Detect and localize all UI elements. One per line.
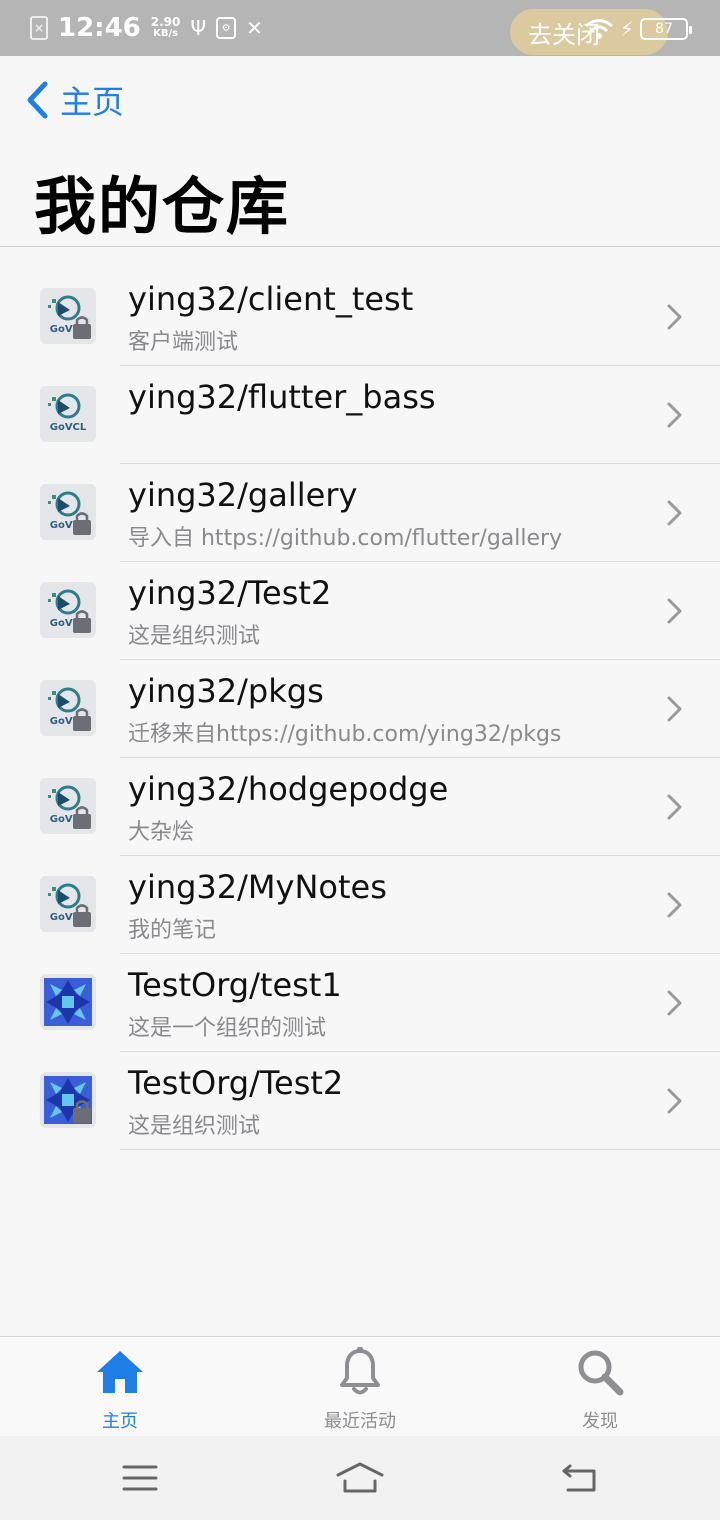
repo-avatar: GoVCL	[40, 876, 96, 932]
tab-home[interactable]: 主页	[40, 1343, 200, 1433]
repo-list-item[interactable]: GoVCL ying32/flutter_bass	[0, 366, 720, 464]
tools-icon: ✕	[246, 16, 263, 40]
menu-icon	[122, 1465, 158, 1491]
chevron-right-icon	[664, 988, 684, 1022]
repo-list-item[interactable]: TestOrg/test1 这是一个组织的测试	[0, 954, 720, 1052]
chevron-right-icon	[664, 890, 684, 924]
back-label: 主页	[60, 83, 125, 121]
repo-list-item[interactable]: GoVCL ying32/MyNotes 我的笔记	[0, 856, 720, 954]
back-nav-button[interactable]	[550, 1458, 610, 1498]
repo-description: 客户端测试	[128, 330, 239, 355]
repo-description: 我的笔记	[128, 918, 217, 943]
repo-name: ying32/flutter_bass	[128, 378, 436, 416]
repo-list-item[interactable]: GoVCL ying32/hodgepodge 大杂烩	[0, 758, 720, 856]
search-icon	[575, 1343, 625, 1401]
row-divider	[120, 1149, 720, 1150]
repo-description: 迁移来自https://github.com/ying32/pkgs	[128, 722, 562, 747]
repo-avatar: GoVCL	[40, 582, 96, 638]
repo-description: 大杂烩	[128, 820, 195, 845]
repo-name: ying32/Test2	[128, 574, 332, 612]
wifi-icon	[585, 19, 613, 39]
network-speed-unit: KB/s	[153, 28, 179, 39]
debug-icon: ⚙	[216, 17, 237, 39]
repo-name: TestOrg/test1	[128, 966, 342, 1004]
chevron-right-icon	[664, 792, 684, 826]
home-nav-button[interactable]	[330, 1458, 390, 1498]
repo-avatar: GoVCL	[40, 288, 96, 344]
chevron-left-icon	[27, 81, 48, 119]
repo-avatar	[40, 974, 96, 1030]
back-button[interactable]: 主页	[24, 78, 124, 122]
home-icon	[94, 1343, 146, 1401]
chevron-right-icon	[664, 1086, 684, 1120]
back-nav-icon	[562, 1464, 596, 1492]
repo-list-item[interactable]: GoVCL ying32/Test2 这是组织测试	[0, 562, 720, 660]
tab-bar: 主页 最近活动 发现	[0, 1336, 720, 1436]
repo-name: ying32/client_test	[128, 280, 414, 318]
repo-avatar: GoVCL	[40, 386, 96, 442]
charging-icon: ⚡	[620, 17, 635, 41]
system-nav-bar	[0, 1436, 720, 1520]
repo-description: 导入自 https://github.com/flutter/gallery	[128, 526, 563, 551]
repo-avatar: GoVCL	[40, 778, 96, 834]
menu-button[interactable]	[110, 1458, 170, 1498]
tab-discover[interactable]: 发现	[520, 1343, 680, 1433]
repo-list-item[interactable]: GoVCL ying32/client_test 客户端测试	[0, 268, 720, 366]
svg-text:GoVCL: GoVCL	[50, 422, 87, 433]
repo-name: TestOrg/Test2	[128, 1064, 344, 1102]
repo-avatar	[40, 1072, 96, 1128]
repo-description: 这是一个组织的测试	[128, 1016, 327, 1041]
sim-off-icon: ×	[30, 16, 48, 40]
chevron-right-icon	[664, 400, 684, 434]
battery-icon: 87	[640, 18, 693, 40]
chevron-right-icon	[664, 596, 684, 630]
repo-list-item[interactable]: TestOrg/Test2 这是组织测试	[0, 1052, 720, 1150]
repo-list-item[interactable]: GoVCL ying32/gallery 导入自 https://github.co…	[0, 464, 720, 562]
tab-recent-activity-label: 最近活动	[324, 1411, 396, 1432]
tab-home-label: 主页	[102, 1411, 138, 1432]
tab-recent-activity[interactable]: 最近活动	[280, 1343, 440, 1433]
repo-name: ying32/hodgepodge	[128, 770, 449, 808]
chevron-right-icon	[664, 302, 684, 336]
repo-avatar: GoVCL	[40, 680, 96, 736]
repo-list-item[interactable]: GoVCL ying32/pkgs 迁移来自https://github.com/y…	[0, 660, 720, 758]
chevron-right-icon	[664, 694, 684, 728]
chevron-right-icon	[664, 498, 684, 532]
usb-icon: Ψ	[190, 16, 207, 40]
repo-avatar: GoVCL	[40, 484, 96, 540]
tab-discover-label: 发现	[582, 1411, 618, 1432]
status-left: × 12:46 2.90 KB/s Ψ ⚙ ✕	[30, 12, 263, 44]
status-right: ⚡ 87	[584, 14, 693, 44]
network-speed-value: 2.90	[150, 15, 181, 29]
repo-name: ying32/gallery	[128, 476, 358, 514]
status-time: 12:46	[58, 13, 141, 43]
repo-name: ying32/pkgs	[128, 672, 324, 710]
repo-description: 这是组织测试	[128, 1114, 261, 1139]
battery-level: 87	[655, 21, 673, 37]
repo-list: GoVCL ying32/client_test 客户端测试 GoVCL ying32/…	[0, 268, 720, 1150]
home-nav-icon	[336, 1462, 384, 1493]
status-bar: × 12:46 2.90 KB/s Ψ ⚙ ✕ 去关闭 ⚡ 87	[0, 0, 720, 56]
network-speed: 2.90 KB/s	[151, 16, 181, 40]
bell-icon	[338, 1343, 382, 1401]
repo-description: 这是组织测试	[128, 624, 261, 649]
repo-name: ying32/MyNotes	[128, 868, 387, 906]
page-title: 我的仓库	[34, 170, 291, 243]
header-divider	[0, 246, 720, 247]
